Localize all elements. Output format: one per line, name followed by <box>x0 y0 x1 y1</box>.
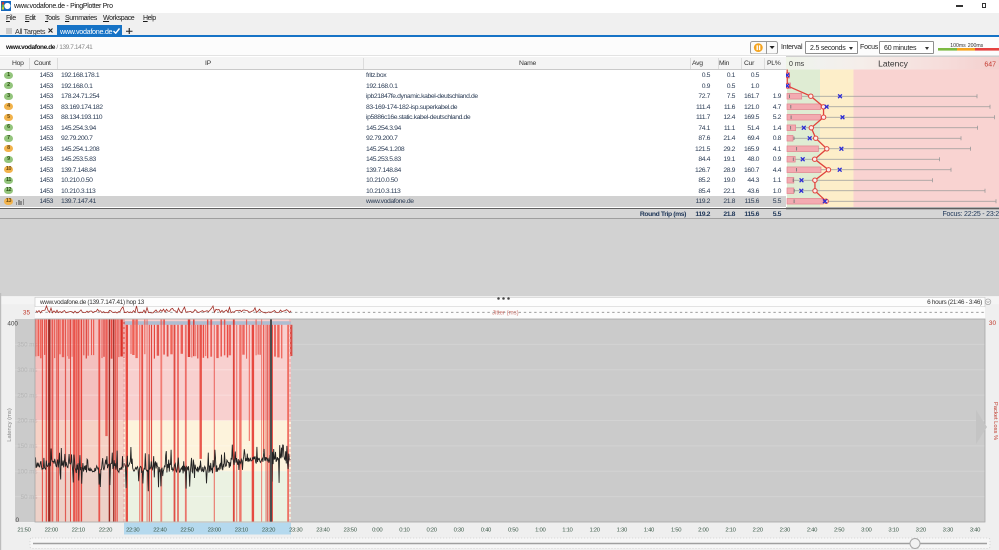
svg-text:www.vodafone.de (139.7.147.41): www.vodafone.de (139.7.147.41) hop 13 <box>39 299 145 306</box>
svg-text:22:20: 22:20 <box>99 528 113 534</box>
svg-text:1:30: 1:30 <box>617 528 628 534</box>
svg-text:400: 400 <box>7 321 18 328</box>
svg-text:23:00: 23:00 <box>208 528 222 534</box>
svg-text:23:10: 23:10 <box>235 528 249 534</box>
svg-text:200 ms: 200 ms <box>17 418 37 425</box>
svg-text:22:50: 22:50 <box>180 528 194 534</box>
svg-text:300 ms: 300 ms <box>17 367 37 374</box>
svg-text:Latency (ms): Latency (ms) <box>7 408 13 442</box>
svg-text:2:00: 2:00 <box>698 528 709 534</box>
svg-text:23:50: 23:50 <box>343 528 357 534</box>
svg-text:23:40: 23:40 <box>316 528 330 534</box>
svg-text:0 ms: 0 ms <box>789 61 805 68</box>
svg-text:30: 30 <box>989 320 997 327</box>
svg-text:3:00: 3:00 <box>861 528 872 534</box>
svg-text:0:10: 0:10 <box>399 528 410 534</box>
svg-text:150 ms: 150 ms <box>17 443 37 450</box>
svg-text:21:50: 21:50 <box>17 528 31 534</box>
svg-text:23:20: 23:20 <box>262 528 276 534</box>
svg-text:350 ms: 350 ms <box>17 342 37 349</box>
svg-text:2:10: 2:10 <box>725 528 736 534</box>
svg-text:2:20: 2:20 <box>752 528 763 534</box>
svg-text:1:20: 1:20 <box>589 528 600 534</box>
svg-text:250 ms: 250 ms <box>17 392 37 399</box>
svg-text:22:10: 22:10 <box>72 528 86 534</box>
svg-text:Focus: 22:25 - 23:2: Focus: 22:25 - 23:2 <box>942 211 999 218</box>
svg-text:23:30: 23:30 <box>289 528 303 534</box>
svg-text:22:00: 22:00 <box>45 528 59 534</box>
svg-text:Packet Loss %: Packet Loss % <box>992 402 998 440</box>
svg-text:647: 647 <box>984 62 996 69</box>
svg-text:0: 0 <box>15 517 19 524</box>
svg-text:35: 35 <box>23 309 31 316</box>
svg-text:0:20: 0:20 <box>426 528 437 534</box>
svg-text:Latency: Latency <box>878 59 909 69</box>
svg-text:1:50: 1:50 <box>671 528 682 534</box>
svg-text:3:40: 3:40 <box>970 528 981 534</box>
svg-text:2:40: 2:40 <box>807 528 818 534</box>
svg-text:22:30: 22:30 <box>126 528 140 534</box>
svg-text:22:40: 22:40 <box>153 528 167 534</box>
svg-text:0:00: 0:00 <box>372 528 383 534</box>
svg-text:100 ms: 100 ms <box>17 468 37 475</box>
svg-text:1:10: 1:10 <box>562 528 573 534</box>
svg-text:0:50: 0:50 <box>508 528 519 534</box>
svg-text:1:40: 1:40 <box>644 528 655 534</box>
svg-text:0:40: 0:40 <box>481 528 492 534</box>
svg-text:0:30: 0:30 <box>454 528 465 534</box>
svg-text:Jitter (ms): Jitter (ms) <box>492 310 519 316</box>
svg-text:2:50: 2:50 <box>834 528 845 534</box>
svg-text:3:30: 3:30 <box>943 528 954 534</box>
svg-text:6 hours (21:46 - 3:46): 6 hours (21:46 - 3:46) <box>927 299 982 306</box>
svg-text:3:10: 3:10 <box>888 528 899 534</box>
svg-text:3:20: 3:20 <box>916 528 927 534</box>
svg-text:1:00: 1:00 <box>535 528 546 534</box>
svg-text:2:30: 2:30 <box>780 528 791 534</box>
